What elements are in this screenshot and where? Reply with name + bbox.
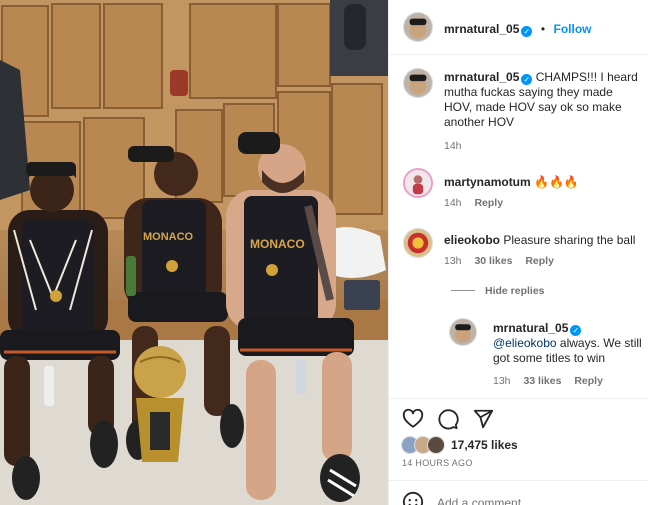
post-timestamp: 14 HOURS AGO bbox=[402, 458, 473, 468]
reply-username[interactable]: mrnatural_05 bbox=[493, 321, 568, 335]
caption-time: 14h bbox=[444, 140, 462, 152]
follow-button[interactable]: Follow bbox=[553, 22, 591, 36]
share-icon[interactable] bbox=[472, 408, 494, 430]
caption-username[interactable]: mrnatural_05 bbox=[444, 70, 519, 84]
like-count[interactable]: 17,475 likes bbox=[451, 438, 518, 452]
post-details-panel: mrnatural_05 ✓ • Follow mrnatural_05 ✓ CHA… bbox=[388, 0, 648, 505]
comment-username[interactable]: martynamotum bbox=[444, 175, 531, 189]
heart-icon[interactable] bbox=[402, 408, 424, 430]
verified-icon: ✓ bbox=[570, 325, 582, 336]
reply-avatar[interactable] bbox=[449, 318, 477, 346]
caption: mrnatural_05 ✓ CHAMPS!!! I heard mutha fu… bbox=[444, 70, 640, 130]
reply: mrnatural_05 ✓ @elieokobo always. We stil… bbox=[493, 321, 643, 366]
author-avatar[interactable] bbox=[403, 12, 433, 42]
caption-avatar[interactable] bbox=[403, 68, 433, 98]
comment-likes[interactable]: 30 likes bbox=[474, 255, 512, 267]
hide-replies-button[interactable]: Hide replies bbox=[485, 285, 545, 297]
comment-meta: 13h 30 likes Reply bbox=[444, 255, 554, 267]
hide-replies-line bbox=[451, 290, 475, 291]
actions-divider bbox=[389, 398, 648, 399]
comment-row: martynamotum 🔥🔥🔥 bbox=[444, 175, 579, 190]
comment-meta: 14h Reply bbox=[444, 197, 503, 209]
author-avatar-image bbox=[404, 13, 432, 41]
comment-box-divider bbox=[389, 480, 648, 481]
header-divider bbox=[389, 54, 648, 55]
emoji-icon[interactable] bbox=[402, 491, 424, 505]
trophy bbox=[134, 346, 186, 462]
liker-avatar bbox=[427, 436, 445, 454]
comment-reply-button[interactable]: Reply bbox=[474, 197, 503, 209]
header-separator: • bbox=[540, 22, 546, 36]
commenter-avatar-image bbox=[405, 170, 431, 196]
commenter-avatar-image bbox=[404, 229, 432, 257]
comment-time: 13h bbox=[444, 255, 462, 267]
reply-mention[interactable]: @elieokobo bbox=[493, 336, 557, 350]
post-header: mrnatural_05 ✓ • Follow bbox=[444, 20, 591, 38]
comment-text: 🔥🔥🔥 bbox=[534, 175, 579, 189]
author-username[interactable]: mrnatural_05 bbox=[444, 22, 519, 36]
verified-icon: ✓ bbox=[521, 74, 533, 85]
comment-reply-button[interactable]: Reply bbox=[525, 255, 554, 267]
reply-meta: 13h 33 likes Reply bbox=[493, 375, 603, 387]
svg-text:MONACO: MONACO bbox=[250, 237, 305, 251]
reply-avatar-image bbox=[450, 319, 476, 345]
verified-icon: ✓ bbox=[521, 26, 533, 37]
post-photo[interactable]: MONACO MONACO bbox=[0, 0, 388, 505]
locker-room-scene: MONACO MONACO bbox=[0, 0, 388, 505]
liker-avatars[interactable] bbox=[401, 436, 449, 454]
caption-avatar-image bbox=[404, 69, 432, 97]
comment-text: Pleasure sharing the ball bbox=[503, 233, 636, 247]
comment-username[interactable]: elieokobo bbox=[444, 233, 500, 247]
comment-avatar[interactable] bbox=[403, 168, 433, 198]
reply-time: 13h bbox=[493, 375, 511, 387]
comment-icon[interactable] bbox=[437, 408, 459, 430]
reply-reply-button[interactable]: Reply bbox=[574, 375, 603, 387]
reply-likes[interactable]: 33 likes bbox=[523, 375, 561, 387]
add-comment-input[interactable]: Add a comment... bbox=[437, 496, 531, 505]
svg-text:MONACO: MONACO bbox=[143, 231, 194, 243]
comment-time: 14h bbox=[444, 197, 462, 209]
comment-row: elieokobo Pleasure sharing the ball bbox=[444, 233, 635, 248]
comment-avatar[interactable] bbox=[403, 228, 433, 258]
